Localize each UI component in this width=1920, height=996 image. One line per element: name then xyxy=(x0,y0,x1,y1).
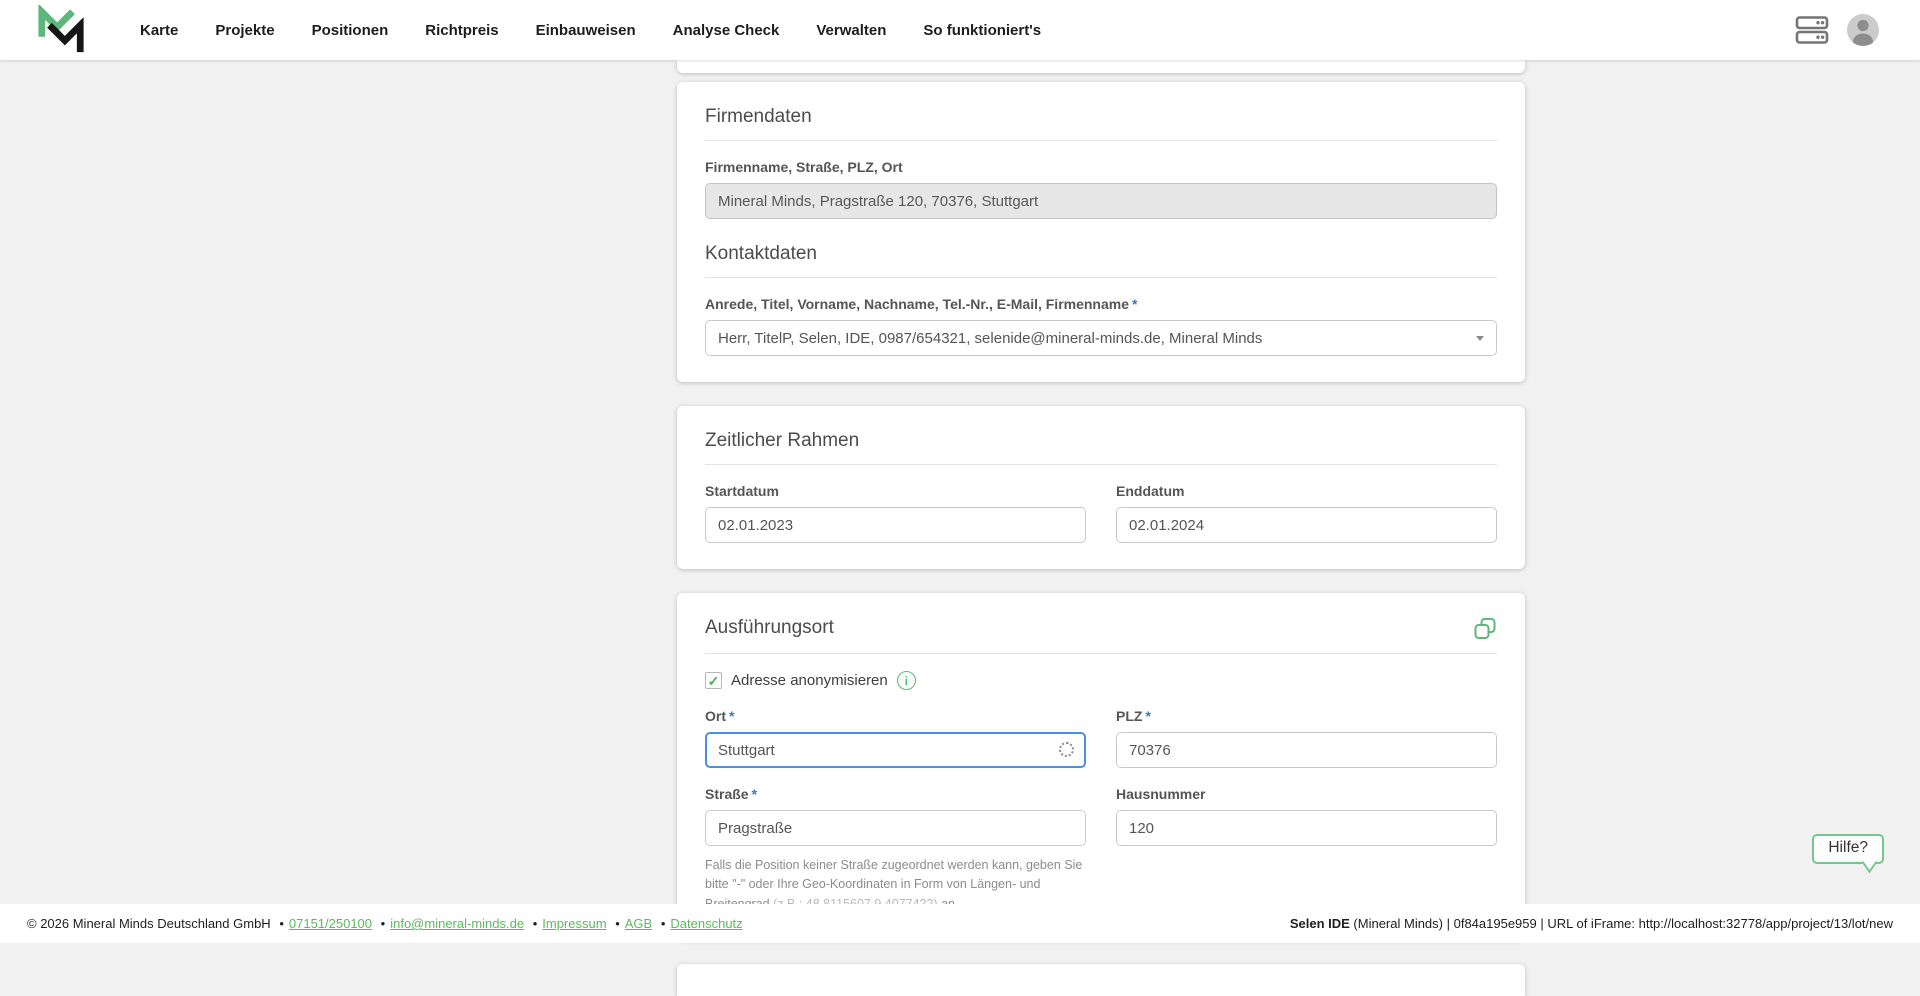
chevron-down-icon xyxy=(1476,336,1484,341)
footer-left: © 2026 Mineral Minds Deutschland GmbH • 0… xyxy=(27,916,743,931)
plz-label: PLZ* xyxy=(1116,708,1497,724)
plz-label-text: PLZ xyxy=(1116,708,1142,724)
firmendaten-card: Firmendaten Firmenname, Straße, PLZ, Ort… xyxy=(677,82,1525,382)
anonymize-checkbox[interactable] xyxy=(705,672,722,689)
firmendaten-title: Firmendaten xyxy=(705,106,1497,128)
info-icon[interactable] xyxy=(897,671,916,690)
server-icon[interactable] xyxy=(1795,14,1831,46)
previous-card-partial xyxy=(677,60,1525,73)
ausfuehrungsort-card: Ausführungsort Adresse anonymisieren Ort… xyxy=(677,593,1525,940)
zeitlicher-rahmen-card: Zeitlicher Rahmen Startdatum Enddatum xyxy=(677,406,1525,569)
startdatum-input[interactable] xyxy=(705,507,1086,543)
footer-separator: • xyxy=(279,916,284,931)
footer-separator: • xyxy=(661,916,666,931)
strasse-label: Straße* xyxy=(705,786,1086,802)
zeitlicher-rahmen-title: Zeitlicher Rahmen xyxy=(705,430,1497,452)
user-avatar-icon[interactable] xyxy=(1846,13,1880,47)
contact-field-label-text: Anrede, Titel, Vorname, Nachname, Tel.-N… xyxy=(705,296,1129,312)
strasse-input[interactable] xyxy=(705,810,1086,846)
ausfuehrungsort-title: Ausführungsort xyxy=(705,617,834,639)
footer-status: Selen IDE (Mineral Minds) | 0f84a195e959… xyxy=(1290,916,1893,931)
enddatum-label: Enddatum xyxy=(1116,483,1497,499)
company-field-label: Firmenname, Straße, PLZ, Ort xyxy=(705,159,1497,175)
nav-item-so-funktionierts[interactable]: So funktioniert's xyxy=(923,22,1041,39)
top-navbar: Karte Projekte Positionen Richtpreis Ein… xyxy=(0,0,1920,60)
nav-item-positionen[interactable]: Positionen xyxy=(312,22,389,39)
company-field-input xyxy=(705,183,1497,219)
footer-copyright: © 2026 Mineral Minds Deutschland GmbH xyxy=(27,916,271,931)
divider xyxy=(705,653,1497,654)
help-button[interactable]: Hilfe? xyxy=(1812,834,1884,864)
contact-field-label: Anrede, Titel, Vorname, Nachname, Tel.-N… xyxy=(705,296,1497,312)
ort-label-text: Ort xyxy=(705,708,726,724)
required-marker: * xyxy=(752,786,757,802)
nav-item-richtpreis[interactable]: Richtpreis xyxy=(425,22,498,39)
required-marker: * xyxy=(1145,708,1150,724)
footer: © 2026 Mineral Minds Deutschland GmbH • 0… xyxy=(0,904,1920,943)
footer-status-details: (Mineral Minds) | 0f84a195e959 | URL of … xyxy=(1350,916,1893,931)
form-content: Firmendaten Firmenname, Straße, PLZ, Ort… xyxy=(677,60,1525,996)
next-card-partial xyxy=(677,964,1525,996)
copy-icon[interactable] xyxy=(1473,617,1497,641)
strasse-label-text: Straße xyxy=(705,786,749,802)
footer-link-datenschutz[interactable]: Datenschutz xyxy=(670,916,742,931)
footer-link-agb[interactable]: AGB xyxy=(625,916,652,931)
nav-item-projekte[interactable]: Projekte xyxy=(215,22,274,39)
mineral-minds-logo-icon[interactable] xyxy=(36,5,86,55)
divider xyxy=(705,140,1497,141)
enddatum-input[interactable] xyxy=(1116,507,1497,543)
footer-link-impressum[interactable]: Impressum xyxy=(542,916,606,931)
nav-item-analyse-check[interactable]: Analyse Check xyxy=(673,22,780,39)
divider xyxy=(705,277,1497,278)
nav-item-karte[interactable]: Karte xyxy=(140,22,178,39)
footer-separator: • xyxy=(381,916,386,931)
nav-item-einbauweisen[interactable]: Einbauweisen xyxy=(536,22,636,39)
contact-select-value: Herr, TitelP, Selen, IDE, 0987/654321, s… xyxy=(718,330,1262,347)
startdatum-label: Startdatum xyxy=(705,483,1086,499)
ort-input[interactable] xyxy=(705,732,1086,768)
footer-link-phone[interactable]: 07151/250100 xyxy=(289,916,372,931)
loading-spinner-icon xyxy=(1059,742,1074,757)
required-marker: * xyxy=(1132,296,1137,312)
footer-link-email[interactable]: info@mineral-minds.de xyxy=(390,916,524,931)
ort-label: Ort* xyxy=(705,708,1086,724)
contact-select[interactable]: Herr, TitelP, Selen, IDE, 0987/654321, s… xyxy=(705,320,1497,356)
main-navigation: Karte Projekte Positionen Richtpreis Ein… xyxy=(140,22,1041,39)
plz-input[interactable] xyxy=(1116,732,1497,768)
footer-separator: • xyxy=(615,916,620,931)
kontaktdaten-title: Kontaktdaten xyxy=(705,243,1497,265)
hausnummer-input[interactable] xyxy=(1116,810,1497,846)
required-marker: * xyxy=(729,708,734,724)
footer-status-app: Selen IDE xyxy=(1290,916,1350,931)
anonymize-label[interactable]: Adresse anonymisieren xyxy=(731,672,888,689)
hausnummer-label: Hausnummer xyxy=(1116,786,1497,802)
nav-item-verwalten[interactable]: Verwalten xyxy=(816,22,886,39)
footer-separator: • xyxy=(533,916,538,931)
